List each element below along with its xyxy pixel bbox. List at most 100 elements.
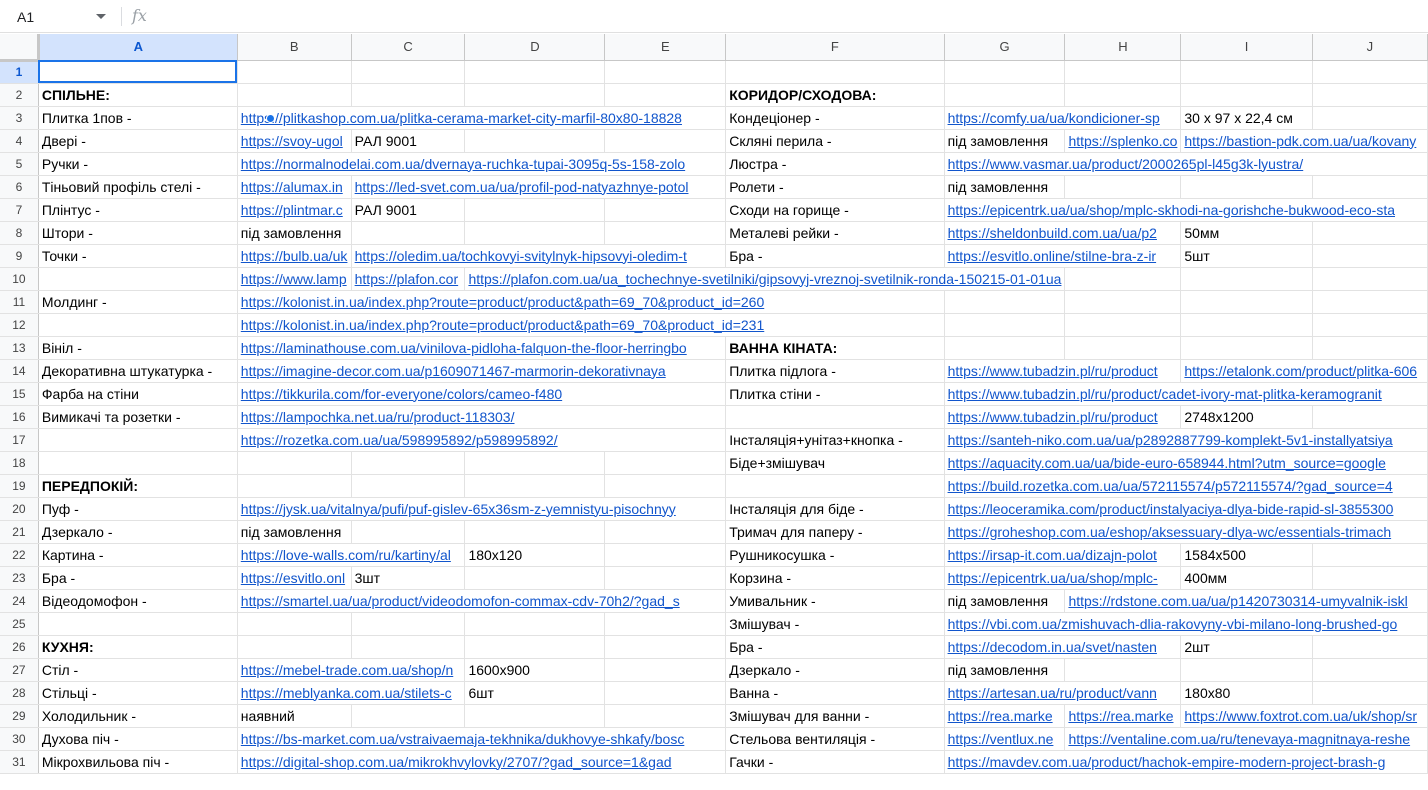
cell[interactable] xyxy=(351,83,466,107)
cell-link[interactable]: https://epicentrk.ua/ua/shop/mplc-skhodi… xyxy=(944,198,1428,222)
cell[interactable]: Ручки - xyxy=(38,152,238,176)
select-all-corner[interactable] xyxy=(0,34,40,62)
cell[interactable]: Бра - xyxy=(725,635,945,659)
cell[interactable] xyxy=(1064,290,1182,314)
cell-link[interactable]: https://laminathouse.com.ua/vinilova-pid… xyxy=(237,336,727,360)
cell[interactable] xyxy=(464,129,606,153)
row-header-2[interactable]: 2 xyxy=(0,83,39,107)
cell[interactable] xyxy=(944,336,1066,360)
cell[interactable]: Змішувач для ванни - xyxy=(725,704,945,728)
cell[interactable] xyxy=(1064,175,1182,199)
cell[interactable]: Пуф - xyxy=(38,497,238,521)
cell[interactable]: Інсталяція для біде - xyxy=(725,497,945,521)
cell[interactable]: 30 x 97 x 22,4 см xyxy=(1180,106,1313,130)
row-header-19[interactable]: 19 xyxy=(0,474,39,498)
cell[interactable]: Скляні перила - xyxy=(725,129,945,153)
row-header-31[interactable]: 31 xyxy=(0,750,39,774)
cell[interactable] xyxy=(604,474,727,498)
cell-link[interactable]: https://svoy-ugol xyxy=(237,129,352,153)
row-header-24[interactable]: 24 xyxy=(0,589,39,613)
row-header-26[interactable]: 26 xyxy=(0,635,39,659)
cell[interactable] xyxy=(38,60,238,84)
row-header-7[interactable]: 7 xyxy=(0,198,39,222)
cell[interactable]: Стіл - xyxy=(38,658,238,682)
row-header-11[interactable]: 11 xyxy=(0,290,39,314)
cell[interactable]: Молдинг - xyxy=(38,290,238,314)
cell[interactable]: Стельова вентиляція - xyxy=(725,727,945,751)
cell[interactable] xyxy=(1312,543,1428,567)
cell-link[interactable]: https://kolonist.in.ua/index.php?route=p… xyxy=(237,313,945,337)
cell-link[interactable]: https://sheldonbuild.com.ua/ua/p2 xyxy=(944,221,1182,245)
cell[interactable] xyxy=(38,267,238,291)
cell-link[interactable]: https://meblyanka.com.ua/stilets-c xyxy=(237,681,466,705)
cell[interactable] xyxy=(604,60,727,84)
cell[interactable]: 1584x500 xyxy=(1180,543,1313,567)
cell[interactable] xyxy=(464,520,606,544)
cell[interactable] xyxy=(1312,244,1428,268)
cell[interactable] xyxy=(604,129,727,153)
cell-link[interactable]: https://digital-shop.com.ua/mikrokhvylov… xyxy=(237,750,727,774)
cell[interactable] xyxy=(1312,658,1428,682)
cell[interactable] xyxy=(604,635,727,659)
cell-link[interactable]: https://etalonk.com/product/plitka-606 xyxy=(1180,359,1428,383)
cell[interactable]: під замовлення xyxy=(944,175,1066,199)
cell[interactable]: Сходи на горище - xyxy=(725,198,945,222)
row-header-1[interactable]: 1 xyxy=(0,60,39,84)
cell[interactable] xyxy=(1180,336,1313,360)
column-header-e[interactable]: E xyxy=(604,34,727,61)
cell-link[interactable]: https://www.vasmar.ua/product/2000265pl-… xyxy=(944,152,1428,176)
cell[interactable]: наявний xyxy=(237,704,352,728)
cell-link[interactable]: https://epicentrk.ua/ua/shop/mplc- xyxy=(944,566,1182,590)
cell-link[interactable]: https://normalnodelai.com.ua/dvernaya-ru… xyxy=(237,152,727,176)
cell[interactable] xyxy=(1064,60,1182,84)
cell[interactable] xyxy=(464,474,606,498)
cell[interactable]: Холодильник - xyxy=(38,704,238,728)
cell-link[interactable]: https://esvitlo.onl xyxy=(237,566,352,590)
cell[interactable] xyxy=(604,198,727,222)
cell-link[interactable]: https://irsap-it.com.ua/dizajn-polot xyxy=(944,543,1182,567)
cell[interactable]: під замовлення xyxy=(944,129,1066,153)
cell[interactable] xyxy=(1064,267,1182,291)
row-header-21[interactable]: 21 xyxy=(0,520,39,544)
cell[interactable] xyxy=(464,566,606,590)
cell[interactable]: 1600x900 xyxy=(464,658,606,682)
cell[interactable] xyxy=(351,704,466,728)
row-header-9[interactable]: 9 xyxy=(0,244,39,268)
cell-link[interactable]: https://plitkashop.com.ua/plitka-cerama-… xyxy=(237,106,727,130)
column-header-b[interactable]: B xyxy=(237,34,352,61)
cell[interactable]: 2748x1200 xyxy=(1180,405,1313,429)
cell[interactable]: 6шт xyxy=(464,681,606,705)
cell[interactable] xyxy=(1312,175,1428,199)
cell[interactable]: Мікрохвильова піч - xyxy=(38,750,238,774)
cell[interactable] xyxy=(464,221,606,245)
cell[interactable] xyxy=(464,612,606,636)
cell[interactable]: Відеодомофон - xyxy=(38,589,238,613)
row-header-27[interactable]: 27 xyxy=(0,658,39,682)
cell[interactable] xyxy=(604,221,727,245)
cell[interactable]: Люстра - xyxy=(725,152,945,176)
cell[interactable] xyxy=(1312,313,1428,337)
cell[interactable] xyxy=(1180,83,1313,107)
cell[interactable] xyxy=(604,83,727,107)
cell[interactable]: Картина - xyxy=(38,543,238,567)
row-header-22[interactable]: 22 xyxy=(0,543,39,567)
cell[interactable] xyxy=(944,60,1066,84)
cell-link[interactable]: https://bs-market.com.ua/vstraivaemaja-t… xyxy=(237,727,727,751)
cell[interactable]: 180x80 xyxy=(1180,681,1313,705)
cell-link[interactable]: https://love-walls.com/ru/kartiny/al xyxy=(237,543,466,567)
cell-link[interactable]: https://kolonist.in.ua/index.php?route=p… xyxy=(237,290,945,314)
cell[interactable] xyxy=(351,451,466,475)
cell[interactable]: 400мм xyxy=(1180,566,1313,590)
cell[interactable] xyxy=(725,474,945,498)
cell[interactable] xyxy=(1312,290,1428,314)
cell[interactable] xyxy=(1312,267,1428,291)
cell[interactable]: Вимикачі та розетки - xyxy=(38,405,238,429)
cell[interactable] xyxy=(604,566,727,590)
cell[interactable] xyxy=(38,612,238,636)
cell[interactable]: Ванна - xyxy=(725,681,945,705)
cell[interactable] xyxy=(464,704,606,728)
cell[interactable] xyxy=(237,635,352,659)
cell[interactable] xyxy=(604,451,727,475)
cell[interactable] xyxy=(1312,681,1428,705)
column-header-h[interactable]: H xyxy=(1064,34,1182,61)
